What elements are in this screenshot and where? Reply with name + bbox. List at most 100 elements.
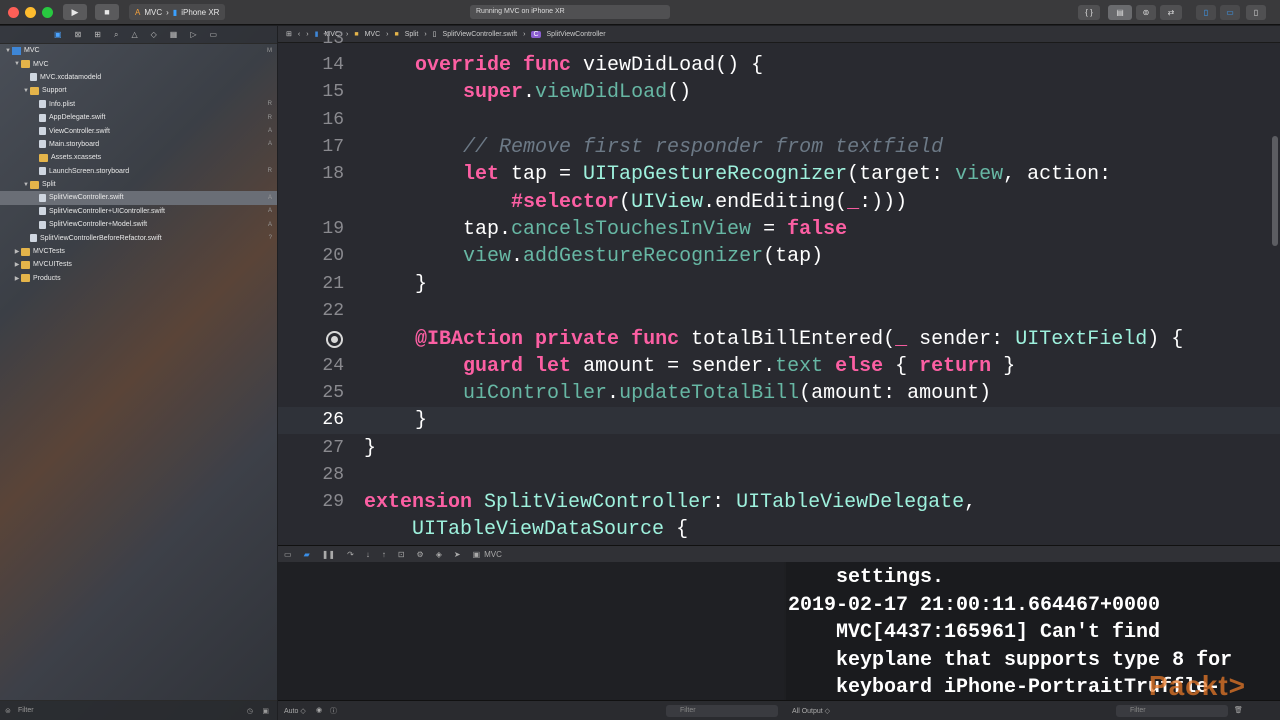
navigator-item[interactable]: LaunchScreen.storyboard R: [0, 165, 277, 178]
toggle-debug-area-button[interactable]: ▭: [1220, 5, 1240, 20]
code-line[interactable]: 14 override func viewDidLoad() {: [278, 52, 1280, 79]
scm-filter-icon[interactable]: ▣: [262, 707, 269, 715]
navigator-item[interactable]: SplitViewController+Model.swift A: [0, 218, 277, 231]
breakpoint-connection-icon[interactable]: [326, 331, 343, 348]
code-line[interactable]: 24 guard let amount = sender.text else {…: [278, 353, 1280, 380]
eye-icon[interactable]: ◉: [316, 706, 322, 714]
step-out-icon[interactable]: ↑: [382, 550, 386, 559]
step-into-icon[interactable]: ↓: [366, 550, 370, 559]
location-icon[interactable]: ➤: [454, 550, 461, 559]
disclosure-open-icon[interactable]: ▼: [22, 182, 30, 188]
memory-graph-icon[interactable]: ⚙: [417, 550, 424, 559]
code-line[interactable]: 15 super.viewDidLoad(): [278, 79, 1280, 106]
scheme-selector[interactable]: A MVC › ▮ iPhone XR: [129, 4, 226, 20]
toggle-inspector-button[interactable]: ▯: [1246, 5, 1266, 20]
code-line[interactable]: #selector(UIView.endEditing(_:))): [278, 189, 1280, 216]
debug-icon[interactable]: ▦: [170, 30, 178, 39]
close-window-button[interactable]: [8, 6, 19, 18]
info-icon[interactable]: ⓘ: [330, 706, 337, 716]
navigator-item[interactable]: SplitViewController+UIController.swift A: [0, 205, 277, 218]
minimize-window-button[interactable]: [25, 6, 36, 18]
folder-icon[interactable]: ▣: [54, 30, 62, 39]
navigator-item[interactable]: Info.plist R: [0, 98, 277, 111]
variables-view[interactable]: [278, 562, 784, 700]
code-line[interactable]: @IBAction private func totalBillEntered(…: [278, 326, 1280, 353]
folder-icon: [21, 60, 30, 69]
code-line[interactable]: 25 uiController.updateTotalBill(amount: …: [278, 380, 1280, 407]
trash-icon[interactable]: 🗑: [1234, 706, 1243, 714]
code-line[interactable]: 16: [278, 107, 1280, 134]
file-icon: [39, 100, 46, 109]
navigator-filter[interactable]: ⊜ Filter ◷ ▣: [0, 700, 277, 720]
variables-scope-selector[interactable]: Auto ◇: [284, 707, 306, 715]
code-line[interactable]: 21}: [278, 271, 1280, 298]
navigator-item[interactable]: SplitViewController.swift A: [0, 191, 277, 205]
report-icon[interactable]: ▭: [209, 30, 217, 39]
search-icon[interactable]: ⌕: [114, 30, 118, 40]
toggle-navigator-button[interactable]: ▯: [1196, 5, 1216, 20]
code-line[interactable]: 18 let tap = UITapGestureRecognizer(targ…: [278, 161, 1280, 188]
code-area[interactable]: 13 14 override func viewDidLoad() {15 supe…: [278, 29, 1280, 545]
disclosure-open-icon[interactable]: ▼: [22, 88, 30, 94]
navigator-item-label: MVCTests: [33, 248, 65, 256]
navigator-item[interactable]: ▼ MVC M: [0, 44, 277, 57]
rings-icon: ⊚: [1142, 8, 1150, 17]
stop-button[interactable]: ■: [95, 4, 119, 20]
output-selector[interactable]: All Output ◇: [792, 707, 830, 715]
view-debugger-icon[interactable]: ⊡: [398, 550, 405, 559]
run-button[interactable]: ▶: [63, 4, 87, 20]
code-line[interactable]: 22: [278, 298, 1280, 325]
assistant-editor-button[interactable]: ⊚: [1136, 5, 1156, 20]
version-editor-button[interactable]: ⇄: [1160, 5, 1182, 20]
code-line[interactable]: 29 extension SplitViewController: UITable…: [278, 489, 1280, 516]
disclosure-open-icon[interactable]: ▼: [13, 61, 21, 67]
navigator-item[interactable]: ViewController.swift A: [0, 124, 277, 137]
source-control-icon[interactable]: ⊠: [75, 30, 82, 39]
app-icon: A: [135, 7, 141, 17]
code-line[interactable]: 20 view.addGestureRecognizer(tap): [278, 243, 1280, 270]
standard-editor-button[interactable]: ▤: [1108, 5, 1132, 20]
library-button[interactable]: { }: [1078, 5, 1100, 20]
disclosure-closed-icon[interactable]: ▶: [13, 248, 21, 255]
navigator-item[interactable]: ▼ MVC: [0, 57, 277, 70]
line-number: 25: [322, 383, 344, 403]
navigator-item[interactable]: ▶ MVCUITests: [0, 258, 277, 271]
code-line[interactable]: 19 tap.cancelsTouchesInView = false: [278, 216, 1280, 243]
variables-filter-field[interactable]: Filter: [666, 705, 778, 717]
step-over-icon[interactable]: ↷: [347, 550, 354, 559]
test-icon[interactable]: ◇: [151, 30, 157, 39]
debug-bar: ▭ ▰ ❚❚ ↷ ↓ ↑ ⊡ ⚙ ◈ ➤ ▣ MVC: [278, 545, 1280, 562]
navigator-item[interactable]: ▶ Products: [0, 272, 277, 285]
recent-files-icon[interactable]: ◷: [247, 707, 253, 715]
disclosure-closed-icon[interactable]: ▶: [13, 275, 21, 282]
symbol-icon[interactable]: ⊞: [94, 30, 101, 39]
navigator-item[interactable]: ▼ Support: [0, 84, 277, 97]
environment-icon[interactable]: ◈: [436, 550, 442, 559]
warning-icon[interactable]: △: [131, 30, 137, 39]
code-line[interactable]: 27}: [278, 435, 1280, 462]
navigator-item[interactable]: ▼ Split: [0, 178, 277, 191]
code-line[interactable]: 26}: [278, 407, 1280, 434]
disclosure-closed-icon[interactable]: ▶: [13, 261, 21, 268]
navigator-item[interactable]: SplitViewControllerBeforeRefactor.swift?: [0, 231, 277, 244]
disclosure-open-icon[interactable]: ▼: [4, 48, 12, 54]
breakpoint-icon[interactable]: ▷: [190, 30, 196, 39]
breakpoints-toggle-icon[interactable]: ▰: [304, 550, 310, 559]
navigator-item[interactable]: AppDelegate.swift R: [0, 111, 277, 124]
navigator-item[interactable]: ▶ MVCTests: [0, 245, 277, 258]
hide-debug-area-icon[interactable]: ▭: [284, 550, 292, 559]
pause-icon[interactable]: ❚❚: [322, 550, 335, 559]
console-filter-field[interactable]: Filter: [1116, 705, 1228, 717]
code-line[interactable]: 17 // Remove first responder from textfi…: [278, 134, 1280, 161]
code-line[interactable]: 28: [278, 462, 1280, 489]
navigator-item[interactable]: Main.storyboard A: [0, 138, 277, 151]
code-text: guard let amount = sender.text else { re…: [463, 355, 1016, 378]
navigator-item[interactable]: MVC.xcdatamodeld: [0, 71, 277, 84]
code-line[interactable]: UITableViewDataSource {: [278, 516, 1280, 543]
code-line[interactable]: 13: [278, 26, 1280, 53]
code-text: override func viewDidLoad() {: [415, 54, 764, 77]
zoom-window-button[interactable]: [42, 6, 53, 18]
navigator-item[interactable]: Assets.xcassets: [0, 151, 277, 164]
navigator-item-label: Products: [33, 274, 61, 282]
editor-scrollbar[interactable]: [1272, 136, 1278, 246]
